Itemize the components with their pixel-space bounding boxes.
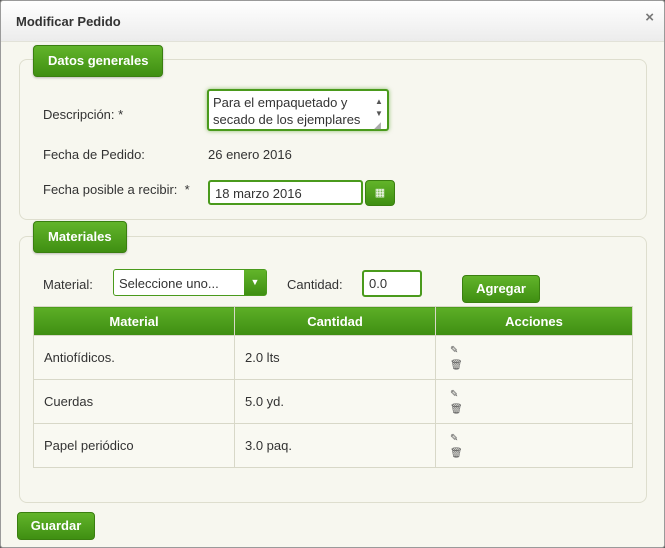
description-textarea[interactable]: Para el empaquetado y secado de los ejem… — [207, 89, 389, 131]
required-mark: * — [184, 182, 190, 197]
trash-icon[interactable]: 🗑 — [450, 446, 632, 461]
required-mark: * — [118, 107, 124, 122]
actions-cell: ✎ 🗑 — [435, 335, 633, 380]
actions-cell: ✎ 🗑 — [435, 379, 633, 424]
trash-icon[interactable]: 🗑 — [450, 358, 632, 373]
receive-date-input[interactable]: 18 marzo 2016 — [208, 180, 363, 205]
materials-table: Material Cantidad Acciones Antiofídicos.… — [33, 306, 633, 468]
caret-down-icon[interactable]: ▼ — [244, 270, 266, 295]
pencil-icon[interactable]: ✎ — [450, 387, 632, 402]
material-label: Material: — [43, 277, 93, 292]
material-cell: Antiofídicos. — [33, 335, 235, 380]
material-select[interactable]: Seleccione uno... ▼ — [113, 269, 267, 296]
calendar-icon[interactable]: ▦ — [365, 180, 395, 206]
dialog-title: Modificar Pedido — [16, 14, 121, 29]
table-row: Antiofídicos. 2.0 lts ✎ 🗑 — [33, 335, 633, 380]
quantity-label: Cantidad: — [287, 277, 343, 292]
description-label: Descripción: * — [43, 107, 124, 122]
quantity-cell: 2.0 lts — [234, 335, 436, 380]
quantity-cell: 3.0 paq. — [234, 423, 436, 468]
table-row: Papel periódico 3.0 paq. ✎ 🗑 — [33, 423, 633, 468]
receive-date-label: Fecha posible a recibir: * — [43, 182, 190, 197]
modify-order-dialog: Modificar Pedido × Datos generales Descr… — [0, 0, 665, 548]
table-header-row: Material Cantidad Acciones — [33, 306, 633, 336]
general-data-legend: Datos generales — [33, 45, 164, 77]
save-button[interactable]: Guardar — [17, 512, 95, 540]
material-select-value: Seleccione uno... — [119, 276, 219, 291]
material-cell: Cuerdas — [33, 379, 235, 424]
column-header-actions: Acciones — [435, 306, 633, 336]
column-header-material: Material — [33, 306, 235, 336]
pencil-icon[interactable]: ✎ — [450, 343, 632, 358]
quantity-input[interactable]: 0.0 — [362, 270, 422, 297]
trash-icon[interactable]: 🗑 — [450, 402, 632, 417]
materials-legend: Materiales — [33, 221, 127, 253]
dialog-titlebar: Modificar Pedido × — [1, 1, 664, 42]
order-date-label: Fecha de Pedido: — [43, 147, 145, 162]
textarea-scrollbar[interactable]: ▲ ▼ ◢ — [373, 93, 385, 130]
table-row: Cuerdas 5.0 yd. ✎ 🗑 — [33, 379, 633, 424]
column-header-quantity: Cantidad — [234, 306, 436, 336]
order-date-value: 26 enero 2016 — [208, 147, 292, 162]
add-material-button[interactable]: Agregar — [462, 275, 540, 303]
actions-cell: ✎ 🗑 — [435, 423, 633, 468]
quantity-cell: 5.0 yd. — [234, 379, 436, 424]
close-icon[interactable]: × — [645, 9, 654, 26]
material-cell: Papel periódico — [33, 423, 235, 468]
pencil-icon[interactable]: ✎ — [450, 431, 632, 446]
